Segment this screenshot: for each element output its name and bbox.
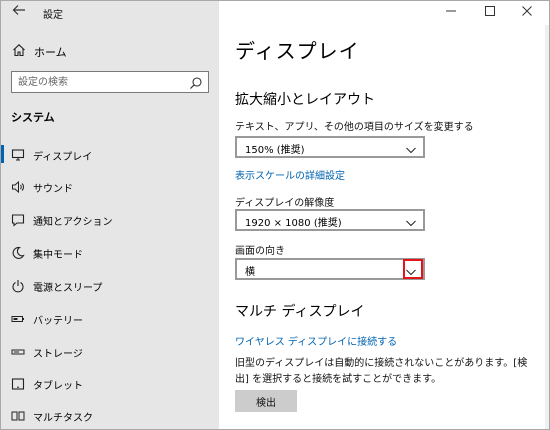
battery-icon	[11, 311, 25, 325]
sidebar-item-display[interactable]: ディスプレイ	[1, 141, 219, 167]
sidebar-item-label: タブレット	[33, 381, 83, 392]
notification-icon	[11, 212, 25, 227]
group-title-multi-display: マルチ ディスプレイ	[235, 304, 365, 320]
orientation-label: 画面の向き	[235, 246, 285, 257]
text-size-dropdown[interactable]: 150% (推奨)	[235, 136, 425, 158]
resolution-dropdown[interactable]: 1920 × 1080 (推奨)	[235, 209, 425, 231]
resolution-value: 1920 × 1080 (推奨)	[245, 218, 342, 229]
sidebar-item-home[interactable]: ホーム	[1, 39, 219, 63]
search-box[interactable]	[11, 71, 209, 93]
search-input[interactable]	[18, 74, 178, 90]
sidebar-item-notifications[interactable]: 通知とアクション	[1, 206, 219, 232]
chevron-down-icon	[405, 141, 417, 160]
close-button[interactable]	[519, 5, 535, 21]
sidebar-item-power[interactable]: 電源とスリープ	[1, 272, 219, 298]
settings-window: 設定 ホーム システム ディスプレイ サウンド	[0, 0, 550, 430]
group-title-scale-layout: 拡大縮小とレイアウト	[235, 92, 375, 108]
sidebar-item-sound[interactable]: サウンド	[1, 173, 219, 199]
app-title: 設定	[43, 10, 63, 21]
wireless-display-link[interactable]: ワイヤレス ディスプレイに接続する	[235, 333, 397, 348]
back-button[interactable]	[9, 3, 29, 23]
main-content: ディスプレイ 拡大縮小とレイアウト テキスト、アプリ、その他の項目のサイズを変更…	[219, 1, 549, 429]
sidebar-item-label: ストレージ	[33, 349, 83, 360]
power-icon	[11, 278, 25, 293]
back-arrow-icon	[12, 5, 25, 15]
page-title: ディスプレイ	[235, 39, 360, 63]
chevron-down-icon	[405, 214, 417, 233]
sidebar-item-label: 電源とスリープ	[33, 283, 103, 294]
sidebar-item-storage[interactable]: ストレージ	[1, 338, 219, 364]
sidebar-item-focus[interactable]: 集中モード	[1, 239, 219, 265]
home-icon	[12, 42, 26, 61]
sidebar-item-battery[interactable]: バッテリー	[1, 305, 219, 331]
sidebar-item-label: 集中モード	[33, 250, 83, 261]
tablet-icon	[11, 376, 25, 390]
moon-icon	[11, 245, 25, 259]
title-bar: 設定	[1, 1, 219, 25]
sidebar-item-label: マルチタスク	[33, 413, 93, 424]
window-controls	[429, 1, 549, 25]
text-size-label: テキスト、アプリ、その他の項目のサイズを変更する	[235, 122, 474, 133]
orientation-dropdown[interactable]: 横	[235, 258, 425, 280]
highlight-box	[403, 259, 423, 279]
sidebar-item-label: サウンド	[33, 184, 73, 195]
sidebar-item-label: ディスプレイ	[33, 152, 93, 163]
storage-icon	[11, 344, 25, 358]
scrollbar[interactable]	[545, 25, 549, 429]
minimize-icon	[446, 10, 456, 12]
section-label-system: システム	[11, 111, 55, 124]
home-label: ホーム	[34, 46, 67, 59]
sidebar-item-tablet[interactable]: タブレット	[1, 370, 219, 396]
sidebar-item-label: バッテリー	[33, 316, 83, 327]
multi-display-description: 旧型のディスプレイは自動的に接続されないことがあります。[検出] を選択すると接…	[235, 358, 528, 385]
resolution-label: ディスプレイの解像度	[235, 198, 335, 209]
close-icon	[522, 6, 532, 16]
text-size-value: 150% (推奨)	[245, 145, 305, 156]
minimize-button[interactable]	[443, 5, 459, 21]
speaker-icon	[11, 179, 25, 194]
monitor-icon	[11, 147, 25, 161]
advanced-scaling-link[interactable]: 表示スケールの詳細設定	[235, 167, 345, 182]
sidebar-item-multitask[interactable]: マルチタスク	[1, 402, 219, 428]
orientation-value: 横	[245, 267, 255, 278]
search-icon[interactable]	[189, 75, 203, 94]
maximize-button[interactable]	[482, 5, 498, 21]
detect-button[interactable]: 検出	[235, 390, 297, 412]
sidebar: 設定 ホーム システム ディスプレイ サウンド	[1, 1, 219, 429]
sidebar-item-label: 通知とアクション	[33, 217, 113, 228]
maximize-icon	[485, 6, 495, 16]
multitask-icon	[11, 408, 25, 422]
